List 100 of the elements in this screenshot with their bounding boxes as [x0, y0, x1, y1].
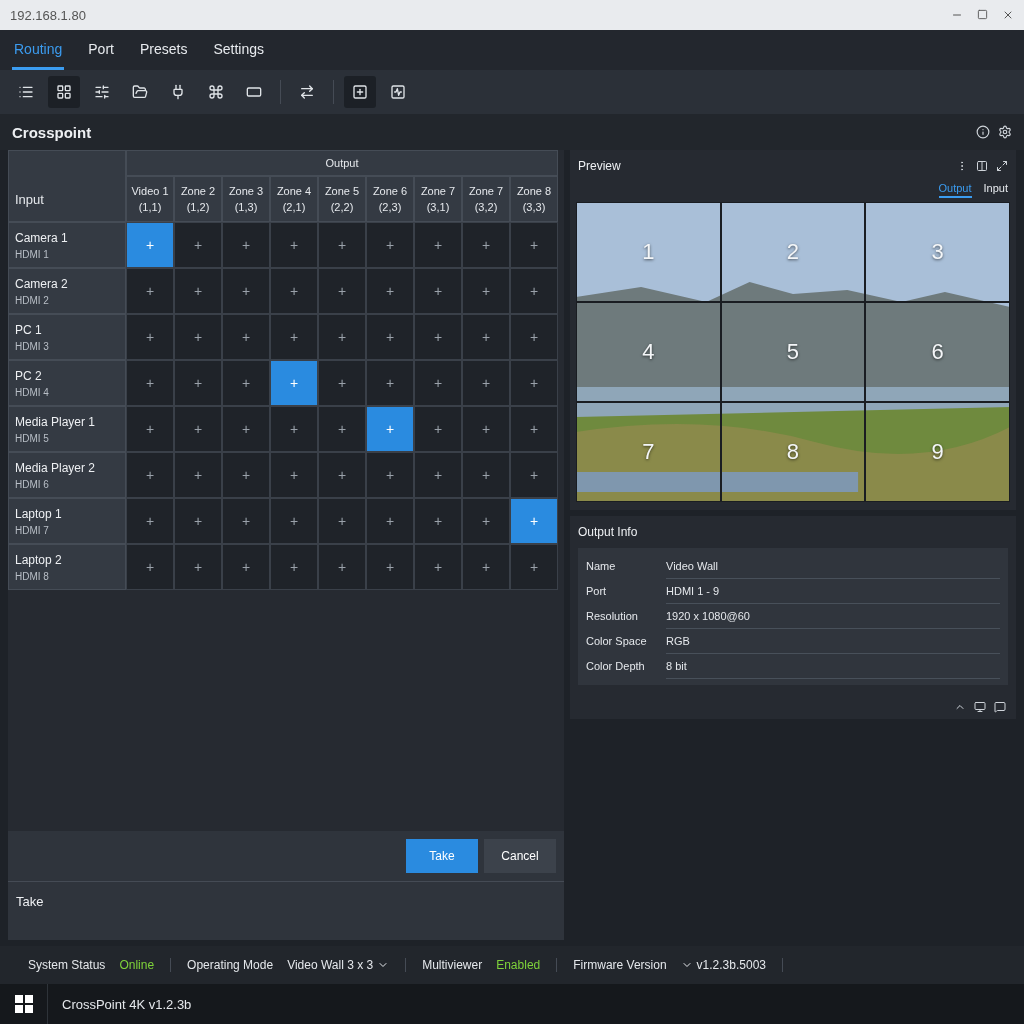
expand-icon[interactable] — [996, 160, 1008, 172]
crosspoint-cell[interactable]: + — [462, 314, 510, 360]
crosspoint-cell[interactable]: + — [414, 222, 462, 268]
crosspoint-cell[interactable]: + — [366, 452, 414, 498]
close-icon[interactable] — [1002, 9, 1014, 21]
column-position: (1,3) — [234, 200, 258, 215]
crosspoint-cell[interactable]: + — [318, 406, 366, 452]
crosspoint-cell[interactable]: + — [510, 314, 558, 360]
info-value: 1920 x 1080@60 — [666, 604, 1000, 629]
mode-dropdown[interactable]: Video Wall 3 x 3 — [287, 958, 390, 972]
crosspoint-cell[interactable]: + — [318, 544, 366, 590]
crosspoint-cell[interactable]: + — [174, 498, 222, 544]
crosspoint-cell[interactable]: + — [462, 222, 510, 268]
crosspoint-cell[interactable]: + — [174, 452, 222, 498]
nav-tab[interactable]: Port — [86, 41, 116, 70]
crosspoint-cell[interactable]: + — [126, 314, 174, 360]
crosspoint-cell[interactable]: + — [318, 360, 366, 406]
crosspoint-cell[interactable]: + — [366, 360, 414, 406]
message-icon[interactable] — [994, 701, 1006, 713]
crosspoint-cell[interactable]: + — [462, 498, 510, 544]
crosspoint-cell[interactable]: + — [510, 452, 558, 498]
crosspoint-cell[interactable]: + — [222, 360, 270, 406]
crosspoint-cell[interactable]: + — [414, 452, 462, 498]
crosspoint-cell[interactable]: + — [270, 544, 318, 590]
toolbar-button[interactable] — [344, 76, 376, 108]
crosspoint-cell[interactable]: + — [366, 544, 414, 590]
crosspoint-cell[interactable]: + — [318, 452, 366, 498]
column-name: Zone 7 — [420, 183, 456, 199]
crosspoint-cell[interactable]: + — [270, 406, 318, 452]
input-name: Camera 1 — [15, 230, 69, 245]
crosspoint-cell[interactable]: + — [414, 268, 462, 314]
crosspoint-cell[interactable]: + — [510, 360, 558, 406]
monitor-icon[interactable] — [974, 701, 986, 713]
crosspoint-cell[interactable]: + — [222, 452, 270, 498]
columns-icon[interactable] — [976, 160, 988, 172]
crosspoint-cell[interactable]: + — [414, 406, 462, 452]
settings-icon[interactable] — [998, 125, 1012, 139]
crosspoint-cell[interactable]: + — [222, 314, 270, 360]
crosspoint-cell[interactable]: + — [462, 406, 510, 452]
version-dropdown[interactable]: v1.2.3b.5003 — [680, 958, 766, 972]
crosspoint-cell[interactable]: + — [222, 498, 270, 544]
crosspoint-cell[interactable]: + — [462, 544, 510, 590]
crosspoint-cell[interactable]: + — [462, 452, 510, 498]
crosspoint-cell[interactable]: + — [414, 314, 462, 360]
crosspoint-cell[interactable]: + — [270, 452, 318, 498]
input-port: HDMI 6 — [15, 478, 50, 490]
crosspoint-cell[interactable]: + — [366, 498, 414, 544]
crosspoint-cell[interactable]: + — [414, 544, 462, 590]
crosspoint-cell[interactable]: + — [126, 544, 174, 590]
crosspoint-cell[interactable]: + — [174, 268, 222, 314]
crosspoint-cell[interactable]: + — [174, 314, 222, 360]
crosspoint-cell[interactable]: + — [318, 314, 366, 360]
crosspoint-cell[interactable]: + — [126, 498, 174, 544]
crosspoint-cell[interactable]: + — [366, 314, 414, 360]
crosspoint-cell[interactable]: + — [318, 498, 366, 544]
crosspoint-cell[interactable]: + — [462, 268, 510, 314]
crosspoint-cell[interactable]: + — [510, 544, 558, 590]
preview-tab[interactable]: Output — [938, 182, 972, 198]
column-position: (3,1) — [426, 200, 450, 215]
crosspoint-cell[interactable]: + — [270, 268, 318, 314]
crosspoint-cell[interactable]: + — [222, 406, 270, 452]
crosspoint-cell[interactable]: + — [174, 222, 222, 268]
crosspoint-cell[interactable]: + — [126, 406, 174, 452]
crosspoint-cell[interactable]: + — [126, 268, 174, 314]
crosspoint-cell[interactable]: + — [510, 268, 558, 314]
crosspoint-cell[interactable]: + — [174, 544, 222, 590]
crosspoint-cell[interactable]: + — [318, 222, 366, 268]
crosspoint-cell[interactable]: + — [366, 268, 414, 314]
tile-number: 5 — [786, 339, 800, 365]
nav-tab[interactable]: Settings — [211, 41, 266, 70]
crosspoint-cell[interactable]: + — [270, 498, 318, 544]
input-name: PC 2 — [15, 368, 43, 383]
info-icon[interactable] — [976, 125, 990, 139]
crosspoint-cell[interactable]: + — [126, 360, 174, 406]
crosspoint-cell[interactable]: + — [126, 452, 174, 498]
crosspoint-cell[interactable]: + — [174, 406, 222, 452]
command-icon — [208, 84, 224, 100]
crosspoint-cell[interactable]: + — [222, 544, 270, 590]
crosspoint-cell[interactable]: + — [366, 222, 414, 268]
crosspoint-cell[interactable]: + — [462, 360, 510, 406]
crosspoint-cell[interactable]: + — [510, 406, 558, 452]
crosspoint-cell[interactable]: + — [270, 360, 318, 406]
crosspoint-cell[interactable]: + — [270, 222, 318, 268]
crosspoint-cell[interactable]: + — [270, 314, 318, 360]
crosspoint-cell[interactable]: + — [174, 360, 222, 406]
crosspoint-cell[interactable]: + — [318, 268, 366, 314]
crosspoint-cell[interactable]: + — [510, 222, 558, 268]
toolbar-button[interactable] — [48, 76, 80, 108]
crosspoint-cell[interactable]: + — [222, 268, 270, 314]
preview-tab[interactable]: Input — [983, 182, 1008, 198]
take-button[interactable]: Take — [406, 839, 478, 873]
crosspoint-cell[interactable]: + — [510, 498, 558, 544]
cancel-button[interactable]: Cancel — [484, 839, 556, 873]
nav-tab[interactable]: Presets — [137, 41, 190, 70]
crosspoint-cell[interactable]: + — [366, 406, 414, 452]
crosspoint-cell[interactable]: + — [222, 222, 270, 268]
crosspoint-cell[interactable]: + — [414, 498, 462, 544]
maximize-icon[interactable] — [977, 9, 988, 20]
crosspoint-cell[interactable]: + — [126, 222, 174, 268]
crosspoint-cell[interactable]: + — [414, 360, 462, 406]
